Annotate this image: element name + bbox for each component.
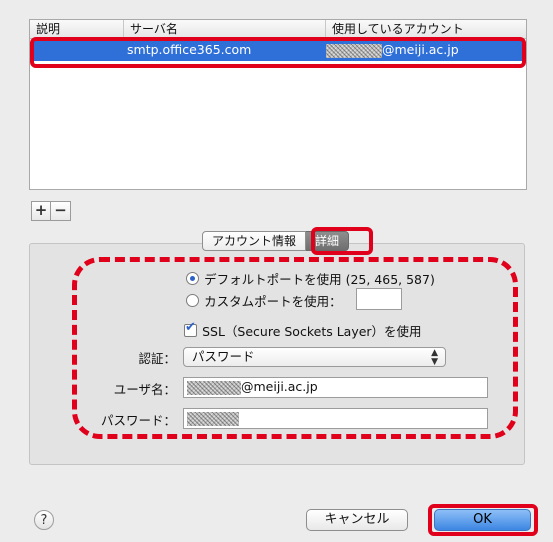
tab-account-info[interactable]: アカウント情報 [202,231,307,251]
add-remove-group: + − [31,201,71,221]
remove-server-button[interactable]: − [51,201,71,221]
highlight-advanced-settings [72,257,518,439]
help-button[interactable]: ? [34,510,54,530]
highlight-ok-button [428,504,538,536]
column-header-server[interactable]: サーバ名 [123,20,325,38]
highlight-selected-row [30,37,526,68]
column-header-description[interactable]: 説明 [30,20,123,38]
cancel-button[interactable]: キャンセル [306,509,408,531]
highlight-advanced-tab [311,227,373,255]
add-server-button[interactable]: + [31,201,51,221]
column-header-account[interactable]: 使用しているアカウント [325,20,526,38]
